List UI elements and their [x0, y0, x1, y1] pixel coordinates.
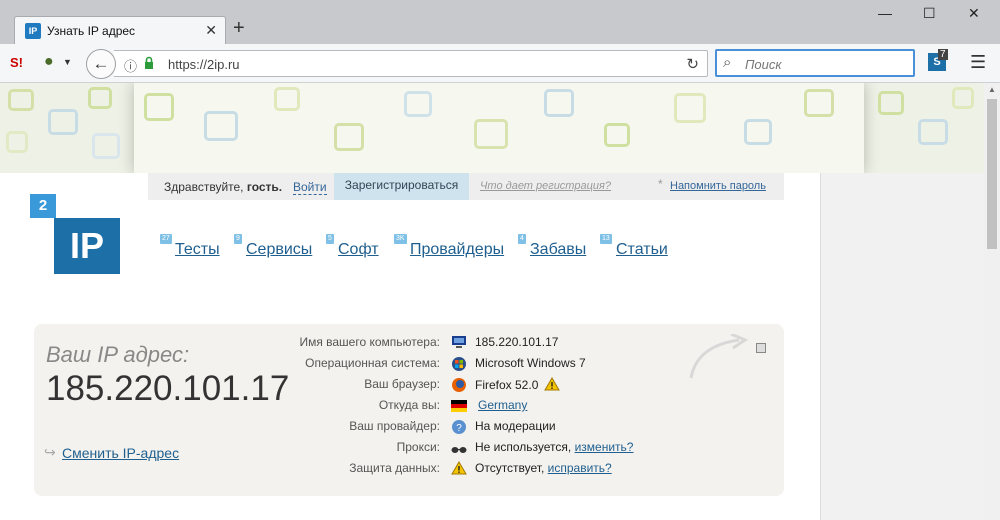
arrow-right-icon: ↪: [44, 444, 56, 460]
extension-badge: 7: [938, 49, 948, 60]
menu-item-services[interactable]: Сервисы: [246, 241, 312, 259]
info-label: Защита данных:: [349, 461, 440, 475]
info-icon[interactable]: ⓘ: [124, 56, 137, 75]
active-tab[interactable]: IP Узнать IP адрес ✕: [14, 16, 226, 44]
onion-icon[interactable]: ●: [44, 53, 54, 71]
reload-icon[interactable]: ↻: [686, 55, 699, 73]
info-label: Операционная система:: [305, 356, 440, 370]
search-placeholder: Поиск: [745, 57, 782, 72]
svg-text:?: ?: [456, 423, 462, 434]
why-register-link[interactable]: Что дает регистрация?: [480, 180, 611, 192]
menu-item-soft[interactable]: Софт: [338, 241, 379, 259]
info-label: Имя вашего компьютера:: [299, 335, 440, 349]
maximize-icon[interactable]: ☐: [923, 6, 936, 20]
menu-badge: 13: [600, 234, 612, 244]
checkbox-icon[interactable]: [756, 343, 766, 353]
ip-caption: Ваш IP адрес:: [46, 342, 190, 367]
register-button[interactable]: Зарегистрироваться: [334, 173, 469, 200]
lock-icon[interactable]: [144, 56, 154, 70]
country-link[interactable]: Germany: [478, 398, 527, 412]
tab-title: Узнать IP адрес: [47, 24, 136, 38]
hamburger-menu-icon[interactable]: ☰: [970, 52, 986, 73]
windows-icon: [451, 356, 467, 371]
menu-badge: 3K: [394, 234, 407, 244]
computer-icon: [451, 335, 467, 349]
info-label: Ваш браузер:: [364, 377, 440, 391]
scroll-up-icon[interactable]: ▲: [988, 85, 996, 94]
data-protection-value: Отсутствует, исправить?: [475, 461, 612, 475]
page: Здравствуйте, гость. Войти Зарегистриров…: [0, 83, 984, 520]
url-text[interactable]: https://2ip.ru: [168, 57, 240, 72]
curved-arrow-icon: [689, 334, 749, 379]
menu-item-fun[interactable]: Забавы: [530, 241, 586, 259]
menu-badge: 4: [518, 234, 526, 244]
back-button[interactable]: ←: [86, 49, 116, 79]
s-extension-icon[interactable]: S!: [10, 55, 23, 70]
new-tab-icon[interactable]: +: [233, 18, 245, 38]
logo-small: 2: [30, 194, 56, 218]
right-side-panel: [820, 173, 984, 520]
menu-item-providers[interactable]: Провайдеры: [410, 241, 504, 259]
menu-badge: 5: [326, 234, 334, 244]
warning-icon: [451, 461, 467, 475]
info-label: Откуда вы:: [378, 398, 440, 412]
search-input[interactable]: ⌕ Поиск: [715, 49, 915, 77]
browser-value: Firefox 52.0: [475, 377, 560, 392]
login-bar: Здравствуйте, гость. Войти Зарегистриров…: [148, 173, 784, 200]
os-value: Microsoft Windows 7: [475, 356, 586, 370]
minimize-icon[interactable]: —: [878, 6, 892, 20]
glasses-icon: [451, 442, 467, 456]
ip-info-box: Ваш IP адрес: 185.220.101.17 ↪ Сменить I…: [34, 324, 784, 496]
tab-favicon-icon: IP: [25, 23, 41, 39]
url-bar[interactable]: ⓘ https://2ip.ru ↻: [114, 50, 708, 77]
menu-badge: 27: [160, 234, 172, 244]
tab-close-icon[interactable]: ✕: [205, 22, 217, 39]
scroll-thumb[interactable]: [987, 99, 997, 249]
site-logo[interactable]: 2 IP: [30, 194, 120, 274]
warning-icon: [543, 377, 560, 391]
computer-name-value: 185.220.101.17: [475, 335, 559, 349]
vertical-scrollbar[interactable]: ▲: [984, 83, 1000, 520]
proxy-value: Не используется, изменить?: [475, 440, 634, 454]
menu-item-articles[interactable]: Статьи: [616, 241, 668, 259]
logo-big: IP: [54, 218, 120, 274]
search-icon: ⌕: [723, 54, 732, 71]
greeting: Здравствуйте, гость.: [164, 180, 283, 194]
navigation-toolbar: S! ● ▼ ⓘ https://2ip.ru ↻ ← ⌕ Поиск S 7 …: [0, 44, 1000, 83]
provider-value: На модерации: [475, 419, 556, 433]
firefox-icon: [451, 377, 467, 392]
arrow-left-icon: ←: [92, 54, 110, 73]
info-label: Ваш провайдер:: [349, 419, 440, 433]
banner-center: [134, 83, 864, 173]
menu-item-tests[interactable]: Тесты: [175, 241, 220, 259]
help-icon: ?: [451, 419, 467, 434]
fix-protection-link[interactable]: исправить?: [548, 461, 612, 475]
header-banner: [0, 83, 984, 173]
asterisk: *: [658, 177, 663, 191]
change-proxy-link[interactable]: изменить?: [575, 440, 634, 454]
tab-bar: IP Узнать IP адрес ✕ + — ☐ ✕: [0, 0, 1000, 44]
remind-password-link[interactable]: Напомнить пароль: [670, 180, 766, 192]
info-label: Прокси:: [396, 440, 440, 454]
menu-badge: 9: [234, 234, 242, 244]
login-link[interactable]: Войти: [293, 180, 327, 195]
change-ip-link[interactable]: Сменить IP-адрес: [62, 445, 179, 461]
chevron-down-icon[interactable]: ▼: [63, 57, 72, 67]
germany-flag-icon: [451, 399, 467, 413]
close-window-icon[interactable]: ✕: [968, 6, 980, 20]
